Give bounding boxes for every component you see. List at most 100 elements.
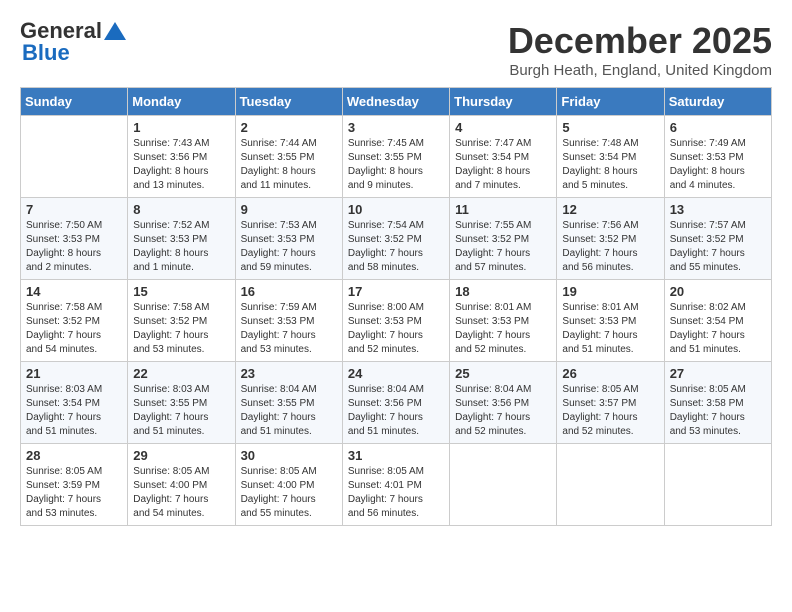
month-title: December 2025 (508, 20, 772, 62)
calendar-cell: 28Sunrise: 8:05 AM Sunset: 3:59 PM Dayli… (21, 444, 128, 526)
day-number: 20 (670, 284, 766, 299)
weekday-header: Wednesday (342, 88, 449, 116)
day-number: 21 (26, 366, 122, 381)
day-info: Sunrise: 8:04 AM Sunset: 3:56 PM Dayligh… (348, 383, 444, 439)
day-number: 23 (241, 366, 337, 381)
calendar-table: SundayMondayTuesdayWednesdayThursdayFrid… (20, 87, 772, 526)
calendar-cell: 26Sunrise: 8:05 AM Sunset: 3:57 PM Dayli… (557, 362, 664, 444)
day-number: 1 (133, 120, 229, 135)
day-number: 5 (562, 120, 658, 135)
day-number: 17 (348, 284, 444, 299)
day-number: 29 (133, 448, 229, 463)
calendar-cell: 25 Sunrise: 8:04 AM Sunset: 3:56 PM Dayli… (450, 362, 557, 444)
calendar-cell: 2 Sunrise: 7:44 AM Sunset: 3:55 PM Daylig… (235, 116, 342, 198)
day-info: Sunrise: 8:03 AM Sunset: 3:54 PM Dayligh… (26, 383, 122, 439)
day-info: Sunrise: 8:05 AM Sunset: 4:01 PM Dayligh… (348, 465, 444, 521)
weekday-header: Friday (557, 88, 664, 116)
weekday-header: Tuesday (235, 88, 342, 116)
day-info: Sunrise: 8:03 AM Sunset: 3:55 PM Dayligh… (133, 383, 229, 439)
day-info: Sunrise: 7:56 AM Sunset: 3:52 PM Dayligh… (562, 219, 658, 275)
day-number: 27 (670, 366, 766, 381)
calendar-cell: 3 Sunrise: 7:45 AM Sunset: 3:55 PM Daylig… (342, 116, 449, 198)
calendar-cell: 15 Sunrise: 7:58 AM Sunset: 3:52 PM Dayli… (128, 280, 235, 362)
day-number: 6 (670, 120, 766, 135)
weekday-header: Sunday (21, 88, 128, 116)
day-info: Sunrise: 8:05 AM Sunset: 4:00 PM Dayligh… (133, 465, 229, 521)
calendar-cell: 13Sunrise: 7:57 AM Sunset: 3:52 PM Dayli… (664, 198, 771, 280)
day-info: Sunrise: 7:44 AM Sunset: 3:55 PM Dayligh… (241, 137, 337, 193)
day-number: 31 (348, 448, 444, 463)
day-info: Sunrise: 7:54 AM Sunset: 3:52 PM Dayligh… (348, 219, 444, 275)
calendar-cell: 9Sunrise: 7:53 AM Sunset: 3:53 PM Daylig… (235, 198, 342, 280)
calendar-cell: 27 Sunrise: 8:05 AM Sunset: 3:58 PM Dayli… (664, 362, 771, 444)
day-info: Sunrise: 8:04 AM Sunset: 3:56 PM Dayligh… (455, 383, 551, 439)
calendar-cell: 22Sunrise: 8:03 AM Sunset: 3:55 PM Dayli… (128, 362, 235, 444)
day-info: Sunrise: 8:05 AM Sunset: 3:58 PM Dayligh… (670, 383, 766, 439)
day-number: 30 (241, 448, 337, 463)
day-info: Sunrise: 7:52 AM Sunset: 3:53 PM Dayligh… (133, 219, 229, 275)
location-subtitle: Burgh Heath, England, United Kingdom (508, 62, 772, 79)
day-number: 25 (455, 366, 551, 381)
day-number: 13 (670, 202, 766, 217)
day-number: 26 (562, 366, 658, 381)
calendar-cell: 23 Sunrise: 8:04 AM Sunset: 3:55 PM Dayli… (235, 362, 342, 444)
day-number: 15 (133, 284, 229, 299)
day-number: 18 (455, 284, 551, 299)
calendar-cell: 1 Sunrise: 7:43 AM Sunset: 3:56 PM Daylig… (128, 116, 235, 198)
day-info: Sunrise: 7:55 AM Sunset: 3:52 PM Dayligh… (455, 219, 551, 275)
calendar-cell: 30 Sunrise: 8:05 AM Sunset: 4:00 PM Dayli… (235, 444, 342, 526)
day-number: 16 (241, 284, 337, 299)
day-number: 7 (26, 202, 122, 217)
day-info: Sunrise: 7:49 AM Sunset: 3:53 PM Dayligh… (670, 137, 766, 193)
day-number: 24 (348, 366, 444, 381)
calendar-cell: 21 Sunrise: 8:03 AM Sunset: 3:54 PM Dayli… (21, 362, 128, 444)
day-info: Sunrise: 8:00 AM Sunset: 3:53 PM Dayligh… (348, 301, 444, 357)
day-number: 19 (562, 284, 658, 299)
calendar-cell: 31 Sunrise: 8:05 AM Sunset: 4:01 PM Dayli… (342, 444, 449, 526)
calendar-week-row: 1 Sunrise: 7:43 AM Sunset: 3:56 PM Daylig… (21, 116, 772, 198)
calendar-cell: 16 Sunrise: 7:59 AM Sunset: 3:53 PM Dayli… (235, 280, 342, 362)
calendar-cell: 14 Sunrise: 7:58 AM Sunset: 3:52 PM Dayli… (21, 280, 128, 362)
page-header: General Blue December 2025 Burgh Heath, … (20, 20, 772, 79)
logo-general: General (20, 20, 102, 42)
day-info: Sunrise: 8:04 AM Sunset: 3:55 PM Dayligh… (241, 383, 337, 439)
logo: General Blue (20, 20, 126, 64)
day-info: Sunrise: 7:50 AM Sunset: 3:53 PM Dayligh… (26, 219, 122, 275)
day-number: 8 (133, 202, 229, 217)
day-info: Sunrise: 7:59 AM Sunset: 3:53 PM Dayligh… (241, 301, 337, 357)
calendar-cell: 12Sunrise: 7:56 AM Sunset: 3:52 PM Dayli… (557, 198, 664, 280)
day-number: 3 (348, 120, 444, 135)
day-number: 9 (241, 202, 337, 217)
calendar-week-row: 14 Sunrise: 7:58 AM Sunset: 3:52 PM Dayli… (21, 280, 772, 362)
calendar-cell: 18 Sunrise: 8:01 AM Sunset: 3:53 PM Dayli… (450, 280, 557, 362)
calendar-cell (557, 444, 664, 526)
calendar-cell: 10Sunrise: 7:54 AM Sunset: 3:52 PM Dayli… (342, 198, 449, 280)
calendar-week-row: 7 Sunrise: 7:50 AM Sunset: 3:53 PM Daylig… (21, 198, 772, 280)
day-info: Sunrise: 7:58 AM Sunset: 3:52 PM Dayligh… (26, 301, 122, 357)
day-number: 28 (26, 448, 122, 463)
calendar-cell: 17 Sunrise: 8:00 AM Sunset: 3:53 PM Dayli… (342, 280, 449, 362)
day-number: 2 (241, 120, 337, 135)
title-area: December 2025 Burgh Heath, England, Unit… (508, 20, 772, 79)
day-number: 11 (455, 202, 551, 217)
calendar-cell: 8 Sunrise: 7:52 AM Sunset: 3:53 PM Daylig… (128, 198, 235, 280)
calendar-cell: 11 Sunrise: 7:55 AM Sunset: 3:52 PM Dayli… (450, 198, 557, 280)
day-info: Sunrise: 7:48 AM Sunset: 3:54 PM Dayligh… (562, 137, 658, 193)
calendar-cell: 4Sunrise: 7:47 AM Sunset: 3:54 PM Daylig… (450, 116, 557, 198)
calendar-cell: 6 Sunrise: 7:49 AM Sunset: 3:53 PM Daylig… (664, 116, 771, 198)
day-info: Sunrise: 7:58 AM Sunset: 3:52 PM Dayligh… (133, 301, 229, 357)
calendar-cell (21, 116, 128, 198)
day-info: Sunrise: 8:05 AM Sunset: 4:00 PM Dayligh… (241, 465, 337, 521)
day-info: Sunrise: 7:43 AM Sunset: 3:56 PM Dayligh… (133, 137, 229, 193)
calendar-cell: 29 Sunrise: 8:05 AM Sunset: 4:00 PM Dayli… (128, 444, 235, 526)
day-number: 14 (26, 284, 122, 299)
weekday-header: Saturday (664, 88, 771, 116)
day-info: Sunrise: 7:45 AM Sunset: 3:55 PM Dayligh… (348, 137, 444, 193)
weekday-header: Monday (128, 88, 235, 116)
calendar-week-row: 28Sunrise: 8:05 AM Sunset: 3:59 PM Dayli… (21, 444, 772, 526)
calendar-cell: 7 Sunrise: 7:50 AM Sunset: 3:53 PM Daylig… (21, 198, 128, 280)
calendar-cell (450, 444, 557, 526)
calendar-header-row: SundayMondayTuesdayWednesdayThursdayFrid… (21, 88, 772, 116)
day-info: Sunrise: 8:01 AM Sunset: 3:53 PM Dayligh… (455, 301, 551, 357)
calendar-cell: 19Sunrise: 8:01 AM Sunset: 3:53 PM Dayli… (557, 280, 664, 362)
